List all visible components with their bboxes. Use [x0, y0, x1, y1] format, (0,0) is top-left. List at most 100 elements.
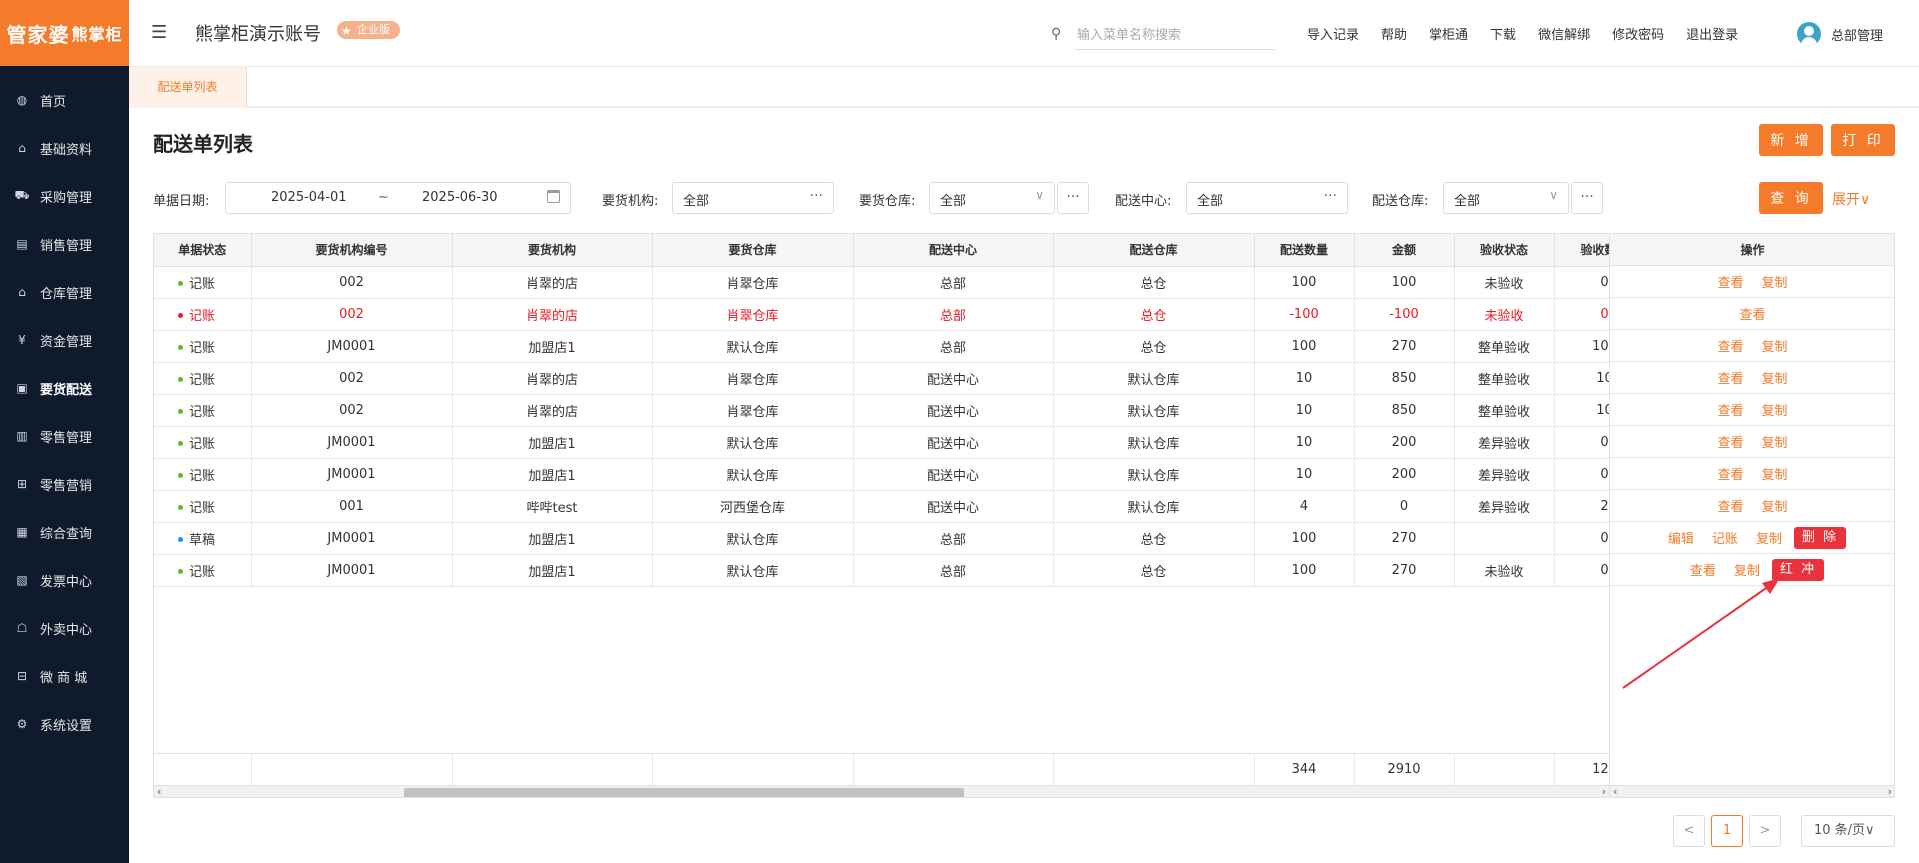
delivery-table: 单据状态 要货机构编号 要货机构 要货仓库 配送中心 配送仓库 配送数量 金额 验收状态 验收数量… [153, 233, 1895, 798]
table-row[interactable]: 记账 002 肖翠的店 肖翠仓库 总部 总仓 -100 -100 未验收 0 [154, 298, 1674, 331]
req-wh-select[interactable]: 全部 ∨ [929, 182, 1055, 214]
avatar[interactable] [1797, 22, 1821, 46]
prev-page-button[interactable]: < [1673, 815, 1705, 847]
header-link-3[interactable]: 下载 [1490, 24, 1516, 43]
cell-del_wh: 总仓 [1053, 330, 1255, 363]
sidebar-item-12[interactable]: ⊟ 微 商 城 [0, 652, 129, 700]
del-wh-select[interactable]: 全部 ∨ [1443, 182, 1569, 214]
sidebar-item-2[interactable]: ⛟ 采购管理 [0, 172, 129, 220]
sidebar-item-1[interactable]: ⌂ 基础资料 [0, 124, 129, 172]
op-danger-button[interactable]: 红 冲 [1771, 558, 1825, 581]
date-start[interactable]: 2025-04-01 [271, 190, 347, 205]
op-link[interactable]: 复制 [1756, 528, 1782, 547]
del-wh-label: 配送仓库: [1372, 194, 1429, 209]
sidebar-item-11[interactable]: ☖ 外卖中心 [0, 604, 129, 652]
req-wh-more-button[interactable]: ··· [1057, 182, 1089, 214]
op-link[interactable]: 编辑 [1668, 528, 1694, 547]
cell-req_wh: 默认仓库 [652, 458, 854, 491]
op-link[interactable]: 查看 [1690, 560, 1716, 579]
warehouse-icon: ⌂ [18, 285, 26, 299]
header-link-6[interactable]: 退出登录 [1686, 24, 1738, 43]
table-row[interactable]: 记账 JM0001 加盟店1 默认仓库 总部 总仓 100 270 整单验收 100 [154, 330, 1674, 363]
header-link-5[interactable]: 修改密码 [1612, 24, 1664, 43]
op-link[interactable]: 查看 [1717, 368, 1743, 387]
sidebar-item-9[interactable]: ▦ 综合查询 [0, 508, 129, 556]
sidebar-item-5[interactable]: ¥ 资金管理 [0, 316, 129, 364]
sidebar-item-0[interactable]: ◍ 首页 [0, 76, 129, 124]
scroll-thumb[interactable] [404, 788, 964, 797]
op-scrollbar[interactable]: ‹ › [1609, 785, 1894, 797]
expand-filters-link[interactable]: 展开∨ [1832, 189, 1870, 209]
op-danger-button[interactable]: 删 除 [1793, 526, 1847, 549]
table-row[interactable]: 记账 JM0001 加盟店1 默认仓库 总部 总仓 100 270 未验收 0 [154, 554, 1674, 587]
sidebar-item-6[interactable]: ▣ 要货配送 [0, 364, 129, 412]
op-link[interactable]: 记账 [1712, 528, 1738, 547]
horizontal-scrollbar[interactable]: ‹ › [154, 785, 1609, 797]
op-link[interactable]: 复制 [1762, 368, 1788, 387]
cell-center: 总部 [853, 266, 1054, 299]
next-page-button[interactable]: > [1749, 815, 1781, 847]
header-link-1[interactable]: 帮助 [1381, 24, 1407, 43]
more-icon[interactable]: ··· [810, 188, 823, 204]
sidebar-item-13[interactable]: ⚙ 系统设置 [0, 700, 129, 748]
add-button[interactable]: 新 增 [1759, 124, 1823, 156]
date-range-picker[interactable]: 2025-04-01 ~ 2025-06-30 [225, 182, 571, 214]
print-button[interactable]: 打 印 [1831, 124, 1895, 156]
op-link[interactable]: 查看 [1717, 336, 1743, 355]
op-link[interactable]: 复制 [1762, 432, 1788, 451]
sidebar-item-7[interactable]: ▥ 零售管理 [0, 412, 129, 460]
op-link[interactable]: 复制 [1762, 336, 1788, 355]
status-dot-icon [178, 408, 183, 414]
table-row[interactable]: 记账 JM0001 加盟店1 默认仓库 配送中心 默认仓库 10 200 差异验收 0 [154, 458, 1674, 491]
date-end[interactable]: 2025-06-30 [422, 190, 498, 205]
cell-check [1454, 522, 1555, 555]
status-text: 记账 [189, 372, 216, 388]
sidebar-item-10[interactable]: ▧ 发票中心 [0, 556, 129, 604]
op-link[interactable]: 复制 [1762, 464, 1788, 483]
op-link[interactable]: 复制 [1762, 496, 1788, 515]
table-row[interactable]: 记账 JM0001 加盟店1 默认仓库 配送中心 默认仓库 10 200 差异验收 0 [154, 426, 1674, 459]
scroll-left-icon[interactable]: ‹ [157, 785, 161, 797]
del-wh-more-button[interactable]: ··· [1571, 182, 1603, 214]
sidebar-item-8[interactable]: ⊞ 零售营销 [0, 460, 129, 508]
cell-req_wh: 肖翠仓库 [652, 298, 854, 331]
center-select[interactable]: 全部 ··· [1186, 182, 1348, 214]
query-button[interactable]: 查 询 [1759, 182, 1823, 214]
scroll-left-icon[interactable]: ‹ [1613, 785, 1617, 797]
op-link[interactable]: 复制 [1762, 400, 1788, 419]
table-row[interactable]: 记账 002 肖翠的店 肖翠仓库 总部 总仓 100 100 未验收 0 [154, 266, 1674, 299]
chevron-down-icon: ∨ [1035, 188, 1044, 202]
header-link-4[interactable]: 微信解绑 [1538, 24, 1590, 43]
header-link-0[interactable]: 导入记录 [1307, 24, 1359, 43]
sidebar-item-3[interactable]: ▤ 销售管理 [0, 220, 129, 268]
user-menu[interactable]: 总部管理 [1797, 22, 1883, 46]
scroll-right-icon[interactable]: › [1888, 785, 1892, 797]
menu-collapse-icon[interactable]: ☰ [151, 22, 167, 43]
more-icon[interactable]: ··· [1324, 188, 1337, 204]
op-link[interactable]: 查看 [1717, 400, 1743, 419]
header-link-2[interactable]: 掌柜通 [1429, 24, 1468, 43]
table-row[interactable]: 草稿 JM0001 加盟店1 默认仓库 总部 总仓 100 270 0 [154, 522, 1674, 555]
cell-org: 肖翠的店 [452, 266, 653, 299]
sidebar-item-4[interactable]: ⌂ 仓库管理 [0, 268, 129, 316]
table-row[interactable]: 记账 002 肖翠的店 肖翠仓库 配送中心 默认仓库 10 850 整单验收 10 [154, 394, 1674, 427]
page-size-select[interactable]: 10 条/页∨ [1801, 815, 1895, 847]
user-name[interactable]: 总部管理 [1831, 25, 1883, 44]
table-row[interactable]: 记账 001 哔哔test 河西堡仓库 配送中心 默认仓库 4 0 差异验收 2 [154, 490, 1674, 523]
op-link[interactable]: 查看 [1717, 272, 1743, 291]
op-link[interactable]: 复制 [1734, 560, 1760, 579]
org-select[interactable]: 全部 ··· [672, 182, 834, 214]
op-link[interactable]: 查看 [1739, 304, 1765, 323]
table-row[interactable]: 记账 002 肖翠的店 肖翠仓库 配送中心 默认仓库 10 850 整单验收 10 [154, 362, 1674, 395]
op-link[interactable]: 复制 [1762, 272, 1788, 291]
cell-check: 差异验收 [1454, 490, 1555, 523]
op-row: 查看 复制 [1610, 426, 1894, 458]
menu-search-input[interactable] [1075, 22, 1275, 50]
tab-delivery-list[interactable]: 配送单列表 [129, 67, 247, 107]
op-link[interactable]: 查看 [1717, 432, 1743, 451]
op-link[interactable]: 查看 [1717, 496, 1743, 515]
page-1-button[interactable]: 1 [1711, 815, 1743, 847]
op-link[interactable]: 查看 [1717, 464, 1743, 483]
status-text: 记账 [189, 564, 216, 580]
scroll-right-icon[interactable]: › [1602, 785, 1606, 797]
